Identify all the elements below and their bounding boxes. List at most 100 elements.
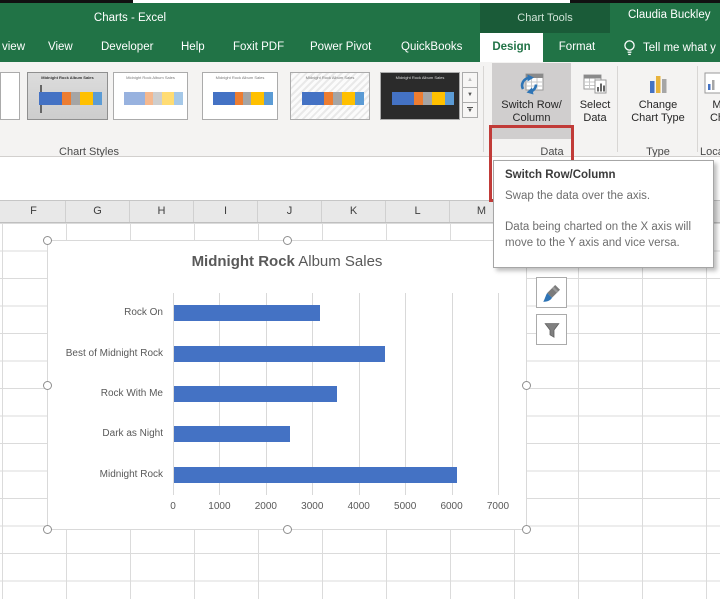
title-bar: Charts - Excel	[0, 3, 720, 33]
move-chart-icon	[702, 69, 720, 99]
funnel-icon	[543, 322, 560, 338]
select-data-button[interactable]: Select Data	[575, 63, 615, 139]
thumbnail-stacked-bar	[39, 92, 103, 105]
tooltip-line-1: Swap the data over the axis.	[505, 190, 651, 202]
chart-style-plain[interactable]: Midnight Rock Album Sales	[202, 72, 278, 120]
category-label: Rock On	[124, 307, 163, 319]
x-axis-tick-label: 1000	[208, 501, 231, 512]
lightbulb-icon	[624, 39, 635, 55]
ribbon-tab-quickbooks[interactable]: QuickBooks	[401, 33, 462, 62]
chart-title[interactable]: Midnight Rock Album Sales	[48, 253, 526, 270]
category-label: Best of Midnight Rock	[65, 347, 163, 359]
ribbon-tab-power-pivot[interactable]: Power Pivot	[310, 33, 371, 62]
bar-dark-as-night[interactable]	[174, 426, 291, 443]
group-separator	[697, 66, 698, 152]
column-header-I[interactable]: I	[194, 201, 258, 222]
chart-frame[interactable]: Midnight Rock Album Sales 0 1000 2000 3000 4…	[43, 236, 531, 534]
ribbon-tab-view[interactable]: view	[2, 33, 25, 62]
chart-style-selected[interactable]: Midnight Rock Album Sales	[27, 72, 108, 120]
x-axis-tick-label: 6000	[440, 501, 463, 512]
group-separator	[617, 66, 618, 152]
thumbnail-stacked-bar	[301, 92, 365, 105]
chart-style-cut[interactable]	[0, 72, 20, 120]
selection-handle[interactable]	[522, 381, 531, 390]
gallery-down-button[interactable]: ▼	[462, 87, 478, 103]
style-thumbnail-title: Midnight Rock Album Sales	[395, 75, 445, 80]
bar-rock-on[interactable]	[174, 305, 321, 322]
selection-handle[interactable]	[283, 236, 292, 245]
column-header-L[interactable]: L	[386, 201, 450, 222]
chart-gridline	[498, 293, 499, 495]
ribbon-tab-format[interactable]: Format	[547, 33, 607, 62]
selection-handle[interactable]	[522, 525, 531, 534]
selection-handle[interactable]	[43, 381, 52, 390]
ribbon-tab-developer[interactable]: Developer	[101, 33, 153, 62]
category-label: Rock With Me	[100, 388, 163, 399]
switch-row-column-button[interactable]: Switch Row/ Column	[492, 63, 571, 139]
x-axis-tick-label: 5000	[394, 501, 417, 512]
selection-handle[interactable]	[43, 525, 52, 534]
move-chart-button-partial[interactable]: M Ch	[702, 63, 720, 139]
ribbon-tab-foxit-pdf[interactable]: Foxit PDF	[233, 33, 284, 62]
switch-row-column-label-2: Column	[512, 112, 551, 124]
chart-style-hatched[interactable]: Midnight Rock Album Sales	[290, 72, 370, 120]
change-chart-type-label-2: Chart Type	[631, 112, 685, 124]
bar-midnight-rock[interactable]	[174, 466, 458, 483]
switch-row-column-icon	[517, 69, 547, 99]
column-header-H[interactable]: H	[130, 201, 194, 222]
chart-gridline	[405, 293, 407, 495]
chart-styles-button[interactable]	[536, 277, 567, 308]
selection-handle[interactable]	[43, 236, 52, 245]
x-axis-tick-label: 0	[170, 501, 176, 512]
group-separator	[483, 66, 484, 152]
chart-style-muted[interactable]: Midnight Rock Album Sales	[113, 72, 188, 120]
ribbon: Midnight Rock Album Sales Midnight Rock A…	[0, 62, 720, 202]
column-header-G[interactable]: G	[66, 201, 130, 222]
chart-style-dark[interactable]: Midnight Rock Album Sales	[380, 72, 460, 120]
tooltip-line-2: Data being charted on the X axis will mo…	[505, 220, 692, 250]
gallery-scrollbar: ▲ ▼ ▼	[462, 72, 478, 118]
thumbnail-stacked-bar	[124, 92, 183, 105]
move-chart-label-1: M	[712, 99, 720, 111]
ribbon-tab-help[interactable]: Help	[181, 33, 205, 62]
change-chart-type-label-1: Change	[638, 99, 678, 111]
tooltip-title: Switch Row/Column	[505, 169, 616, 181]
chart-gridline	[358, 293, 360, 495]
select-data-label-1: Select	[579, 99, 611, 111]
excel-window: Charts - Excel Chart Tools Claudia Buckl…	[0, 0, 720, 599]
category-label: Dark as Night	[102, 428, 163, 440]
chart-gridline	[451, 293, 453, 495]
chart-filters-button[interactable]	[536, 314, 567, 345]
bar-best-of-midnight-rock[interactable]	[174, 345, 386, 362]
style-thumbnail-title: Midnight Rock Album Sales	[126, 75, 175, 80]
x-axis-tick-label: 3000	[301, 501, 324, 512]
tell-me-text: Tell me what y	[643, 41, 716, 54]
thumbnail-stacked-bar	[213, 92, 273, 105]
column-header-K[interactable]: K	[322, 201, 386, 222]
tell-me-box[interactable]: Tell me what y	[622, 33, 720, 62]
x-axis-tick-label: 7000	[486, 501, 510, 512]
select-data-label-2: Data	[583, 112, 607, 124]
switch-row-column-label-1: Switch Row/	[501, 99, 562, 111]
move-chart-label-2: Ch	[709, 112, 720, 124]
gallery-more-button[interactable]: ▼	[462, 102, 478, 118]
switch-row-column-tooltip: Switch Row/Column Swap the data over the…	[493, 160, 714, 268]
thumbnail-stacked-bar	[391, 92, 455, 105]
chart-tools-label: Chart Tools	[517, 12, 573, 24]
change-chart-type-icon	[643, 69, 673, 99]
selection-handle[interactable]	[283, 525, 292, 534]
ribbon-tab-row: view View Developer Help Foxit PDF Power Pivo…	[0, 33, 720, 91]
gallery-up-button[interactable]: ▲	[462, 72, 478, 88]
style-thumbnail-title: Midnight Rock Album Sales	[41, 75, 94, 80]
x-axis-tick-label: 4000	[347, 501, 370, 512]
ribbon-tab-view[interactable]: View	[48, 33, 73, 62]
select-data-icon	[580, 69, 610, 99]
change-chart-type-button[interactable]: Change Chart Type	[622, 63, 694, 139]
bar-rock-with-me[interactable]	[174, 386, 337, 402]
column-header-J[interactable]: J	[258, 201, 322, 222]
paintbrush-icon	[542, 284, 560, 302]
user-account-name[interactable]: Claudia Buckley	[628, 9, 710, 21]
ribbon-tab-design[interactable]: Design	[480, 33, 543, 62]
column-header-F[interactable]: F	[2, 201, 66, 222]
chart-title-regular: Album Sales	[294, 253, 383, 270]
